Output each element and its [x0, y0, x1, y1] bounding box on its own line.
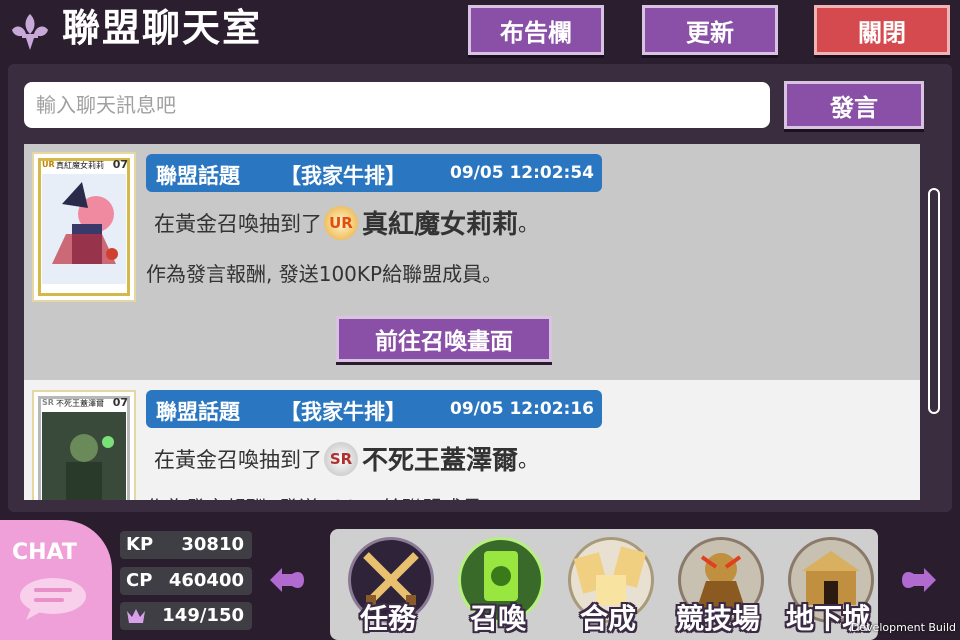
chat-scrollbar[interactable]: [928, 188, 940, 414]
send-button[interactable]: 發言: [784, 81, 924, 129]
message-suffix: 。: [518, 447, 540, 472]
member-count-value: 149/150: [162, 605, 244, 626]
menu-item-fusion[interactable]: 合成: [558, 529, 658, 640]
card-thumbnail[interactable]: UR 真紅魔女莉莉 07: [32, 152, 136, 302]
speech-bubble-icon: [20, 578, 86, 620]
card-number: 07: [112, 158, 128, 171]
chat-message: SR 不死王蓋澤爾 07 聯盟話題 【我家牛排】 09/05 12:02:16 …: [24, 380, 920, 500]
cp-label: CP: [126, 570, 153, 591]
kp-stat: KP 30810: [120, 531, 252, 559]
menu-item-label: 競技場: [675, 602, 760, 635]
card-label: 真紅魔女莉莉: [56, 161, 104, 170]
chat-button[interactable]: CHAT: [0, 520, 112, 640]
ur-rarity-icon: UR: [324, 205, 358, 240]
card-rarity-mark: UR: [42, 160, 55, 169]
page-title: 聯盟聊天室: [62, 6, 263, 50]
message-topic: 聯盟話題: [156, 400, 240, 424]
cp-stat: CP 460400: [120, 567, 252, 595]
card-number: 07: [112, 396, 128, 409]
message-prefix: 在黃金召喚抽到了: [154, 447, 322, 472]
go-to-summon-button[interactable]: 前往召喚畫面: [336, 316, 552, 362]
chat-message-input[interactable]: [24, 82, 770, 128]
message-topic: 聯盟話題: [156, 164, 240, 188]
message-reward-text: 作為發言報酬, 發送100KP給聯盟成員。: [146, 492, 502, 500]
message-suffix: 。: [518, 211, 540, 236]
menu-item-quest[interactable]: 任務: [338, 529, 438, 640]
message-team: 【我家牛排】: [280, 400, 406, 424]
sr-rarity-icon: SR: [324, 441, 358, 476]
undead-king-card-art-icon: [42, 412, 126, 500]
close-button[interactable]: 關閉: [814, 5, 950, 55]
message-card-name: 不死王蓋澤爾: [362, 446, 519, 476]
card-thumbnail[interactable]: SR 不死王蓋澤爾 07: [32, 390, 136, 500]
message-summon-line: 在黃金召喚抽到了 SR 不死王蓋澤爾 。: [154, 440, 539, 477]
menu-item-label: 任務: [359, 602, 416, 635]
message-time: 09/05 12:02:54: [450, 163, 595, 183]
member-count-stat: 149/150: [120, 602, 252, 630]
menu-item-label: 合成: [579, 602, 636, 635]
left-arrow-icon[interactable]: [268, 560, 308, 600]
witch-card-art-icon: [42, 174, 126, 284]
refresh-button[interactable]: 更新: [642, 5, 778, 55]
main-menu-bar: 任務 召喚 合成 競技場 地下城: [330, 529, 878, 640]
menu-item-label: 召喚: [469, 602, 526, 635]
message-header: 聯盟話題 【我家牛排】 09/05 12:02:54: [146, 154, 602, 192]
chat-message: UR 真紅魔女莉莉 07 聯盟話題 【我家牛排】 09/05 12:02:54 …: [24, 144, 920, 380]
kp-value: 30810: [181, 534, 244, 555]
message-team: 【我家牛排】: [280, 164, 406, 188]
crown-icon: [127, 609, 145, 623]
message-prefix: 在黃金召喚抽到了: [154, 211, 322, 236]
notice-board-button[interactable]: 布告欄: [468, 5, 604, 55]
message-header: 聯盟話題 【我家牛排】 09/05 12:02:16: [146, 390, 602, 428]
card-rarity-mark: SR: [42, 398, 54, 407]
message-reward-text: 作為發言報酬, 發送100KP給聯盟成員。: [146, 262, 503, 286]
message-summon-line: 在黃金召喚抽到了 UR 真紅魔女莉莉 。: [154, 204, 539, 241]
chat-button-label: CHAT: [12, 540, 77, 565]
message-time: 09/05 12:02:16: [450, 399, 595, 419]
menu-item-arena[interactable]: 競技場: [668, 529, 768, 640]
card-label: 不死王蓋澤爾: [56, 399, 104, 408]
message-card-name: 真紅魔女莉莉: [362, 210, 519, 240]
menu-item-summon[interactable]: 召喚: [448, 529, 548, 640]
cp-value: 460400: [168, 570, 244, 591]
chat-message-list[interactable]: UR 真紅魔女莉莉 07 聯盟話題 【我家牛排】 09/05 12:02:54 …: [24, 144, 920, 500]
right-arrow-icon[interactable]: [898, 560, 938, 600]
development-build-label: Development Build: [850, 621, 956, 634]
kp-label: KP: [126, 534, 154, 555]
fleur-de-lis-icon: [12, 14, 48, 50]
